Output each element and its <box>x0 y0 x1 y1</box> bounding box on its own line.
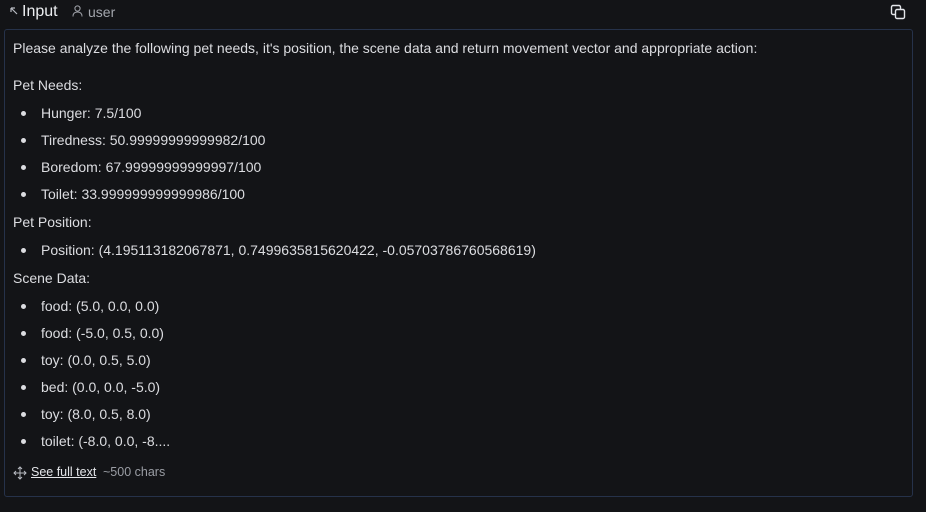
list-item-text: Boredom: 67.99999999999997/100 <box>41 159 262 175</box>
bullet <box>21 138 26 143</box>
bullet <box>21 192 26 197</box>
message-panel: Please analyze the following pet needs, … <box>4 29 913 497</box>
bullet <box>21 412 26 417</box>
message-title: Input <box>22 3 58 20</box>
list-item-text: Tiredness: 50.99999999999982/100 <box>41 132 266 148</box>
section-heading: Pet Position: <box>13 214 92 230</box>
arrow-up-left-icon[interactable] <box>9 6 19 16</box>
list-item-text: Toilet: 33.999999999999986/100 <box>41 186 245 202</box>
bullet <box>21 331 26 336</box>
section-heading: Pet Needs: <box>13 77 83 93</box>
bullet <box>21 358 26 363</box>
char-count: ~500 chars <box>103 465 166 479</box>
list-item-text: Position: (4.195113182067871, 0.74996358… <box>41 242 536 258</box>
bullet <box>21 385 26 390</box>
move-arrows-icon[interactable] <box>13 466 27 480</box>
bullet <box>21 165 26 170</box>
bullet <box>21 439 26 444</box>
list-item-text: toy: (8.0, 0.5, 8.0) <box>41 406 151 422</box>
list-item-text: bed: (0.0, 0.0, -5.0) <box>41 379 161 395</box>
section-heading: Scene Data: <box>13 270 91 286</box>
list-item-text: Hunger: 7.5/100 <box>41 105 142 121</box>
list-item-text: toilet: (-8.0, 0.0, -8.... <box>41 433 171 449</box>
bullet <box>21 111 26 116</box>
copy-icon[interactable] <box>889 3 907 21</box>
list-item-text: food: (-5.0, 0.5, 0.0) <box>41 325 164 341</box>
role-label: user <box>88 4 116 20</box>
list-item-text: toy: (0.0, 0.5, 5.0) <box>41 352 151 368</box>
person-icon <box>72 5 83 17</box>
intro-text: Please analyze the following pet needs, … <box>13 40 758 56</box>
message-header: Input user <box>0 0 926 26</box>
list-item-text: food: (5.0, 0.0, 0.0) <box>41 298 160 314</box>
bullet <box>21 248 26 253</box>
bullet <box>21 304 26 309</box>
see-full-text-link[interactable]: See full text <box>31 465 96 479</box>
